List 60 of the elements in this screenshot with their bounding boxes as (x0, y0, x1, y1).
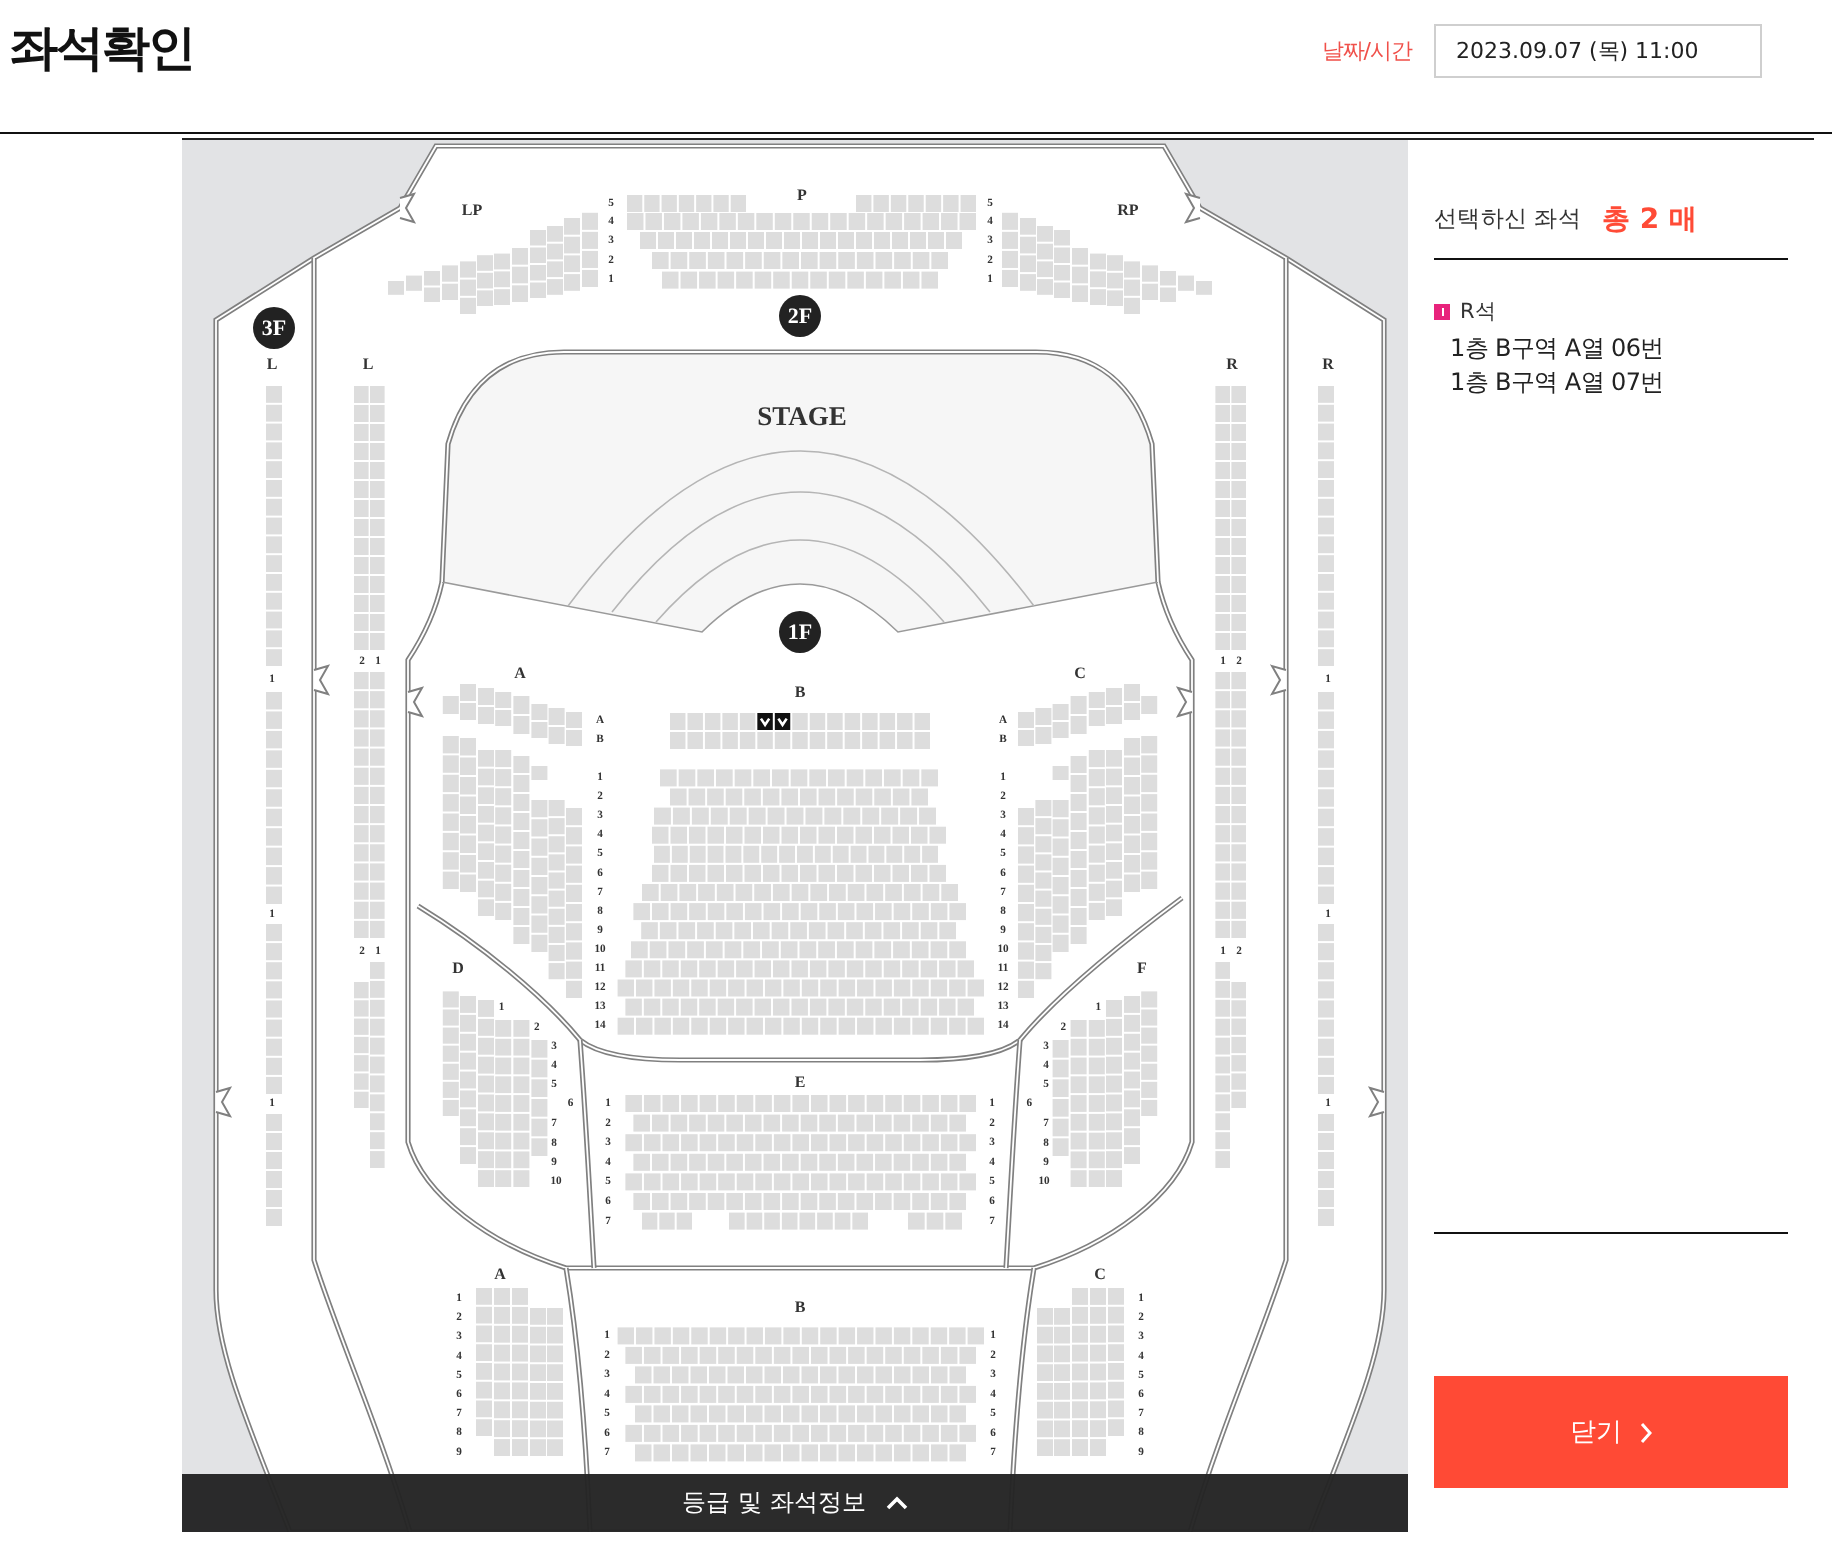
seat-block[interactable] (442, 991, 548, 1187)
seat-block[interactable] (1002, 212, 1212, 314)
seat-block[interactable] (617, 1327, 984, 1462)
seat-block[interactable] (1052, 991, 1158, 1187)
section-label: E (794, 1073, 806, 1091)
section-label: F (1137, 959, 1147, 977)
section-label: A (494, 1265, 506, 1283)
selected-seat-text: 1층 B구역 A열 07번 (1448, 366, 1666, 400)
seat[interactable] (670, 713, 686, 730)
floor-badge: 1F (779, 611, 821, 653)
selected-seat-text: 1층 B구역 A열 06번 (1448, 332, 1666, 366)
seat-block[interactable] (1037, 1288, 1124, 1456)
seat[interactable] (827, 713, 843, 730)
seat-block[interactable] (476, 1288, 563, 1456)
section-label: C (1094, 1265, 1106, 1283)
section-label: R (1322, 355, 1334, 373)
section-label: C (1074, 664, 1086, 682)
seat-block[interactable] (1215, 386, 1246, 1168)
wall-notch-icon (1269, 664, 1287, 696)
section-label: P (797, 186, 807, 204)
section-label: B (794, 683, 806, 701)
wall-notch-icon (1367, 1086, 1385, 1118)
seat-block[interactable] (388, 212, 598, 314)
section-label: A (514, 664, 526, 682)
wall-notch-icon (1175, 686, 1193, 718)
floor-badge: 3F (253, 307, 295, 349)
section-label: RP (1117, 201, 1139, 219)
wall-notch-icon (407, 686, 425, 718)
selected-seat[interactable] (757, 713, 773, 730)
section-label: D (452, 959, 464, 977)
chevron-up-icon (885, 1496, 908, 1510)
section-label: L (362, 355, 374, 373)
stage-label: STAGE (757, 401, 847, 431)
wall-notch-icon (313, 664, 331, 696)
selected-seats-title: 선택하신 좌석 (1434, 204, 1584, 234)
seat-info-toggle[interactable]: 등급 및 좌석정보 (182, 1474, 1408, 1532)
seat-block[interactable] (1318, 386, 1334, 1226)
seat[interactable] (862, 713, 878, 730)
seat-block[interactable] (1018, 684, 1158, 998)
seat-block[interactable] (625, 1095, 976, 1230)
seat-block[interactable] (442, 684, 582, 998)
wall-notch-icon (399, 192, 417, 224)
date-label: 날짜/시간 (1321, 36, 1412, 66)
wall-notch-icon (215, 1086, 233, 1118)
grade-name: R석 (1460, 297, 1497, 325)
chevron-right-icon (1640, 1421, 1652, 1443)
section-label: L (266, 355, 278, 373)
wall-notch-icon (1183, 192, 1201, 224)
seat-block[interactable] (266, 386, 282, 1226)
section-label: R (1226, 355, 1238, 373)
floor-badge: 2F (779, 295, 821, 337)
date-field[interactable]: 2023.09.07 (목) 11:00 (1434, 24, 1762, 78)
section-label: LP (461, 201, 483, 219)
section-label: B (794, 1298, 806, 1316)
seat[interactable] (897, 713, 913, 730)
page-title: 좌석확인 (10, 18, 194, 78)
ticket-total: 총 2 매 (1602, 201, 1697, 237)
seat[interactable] (722, 713, 738, 730)
seat-block[interactable] (354, 386, 385, 1168)
seat[interactable] (687, 713, 703, 730)
